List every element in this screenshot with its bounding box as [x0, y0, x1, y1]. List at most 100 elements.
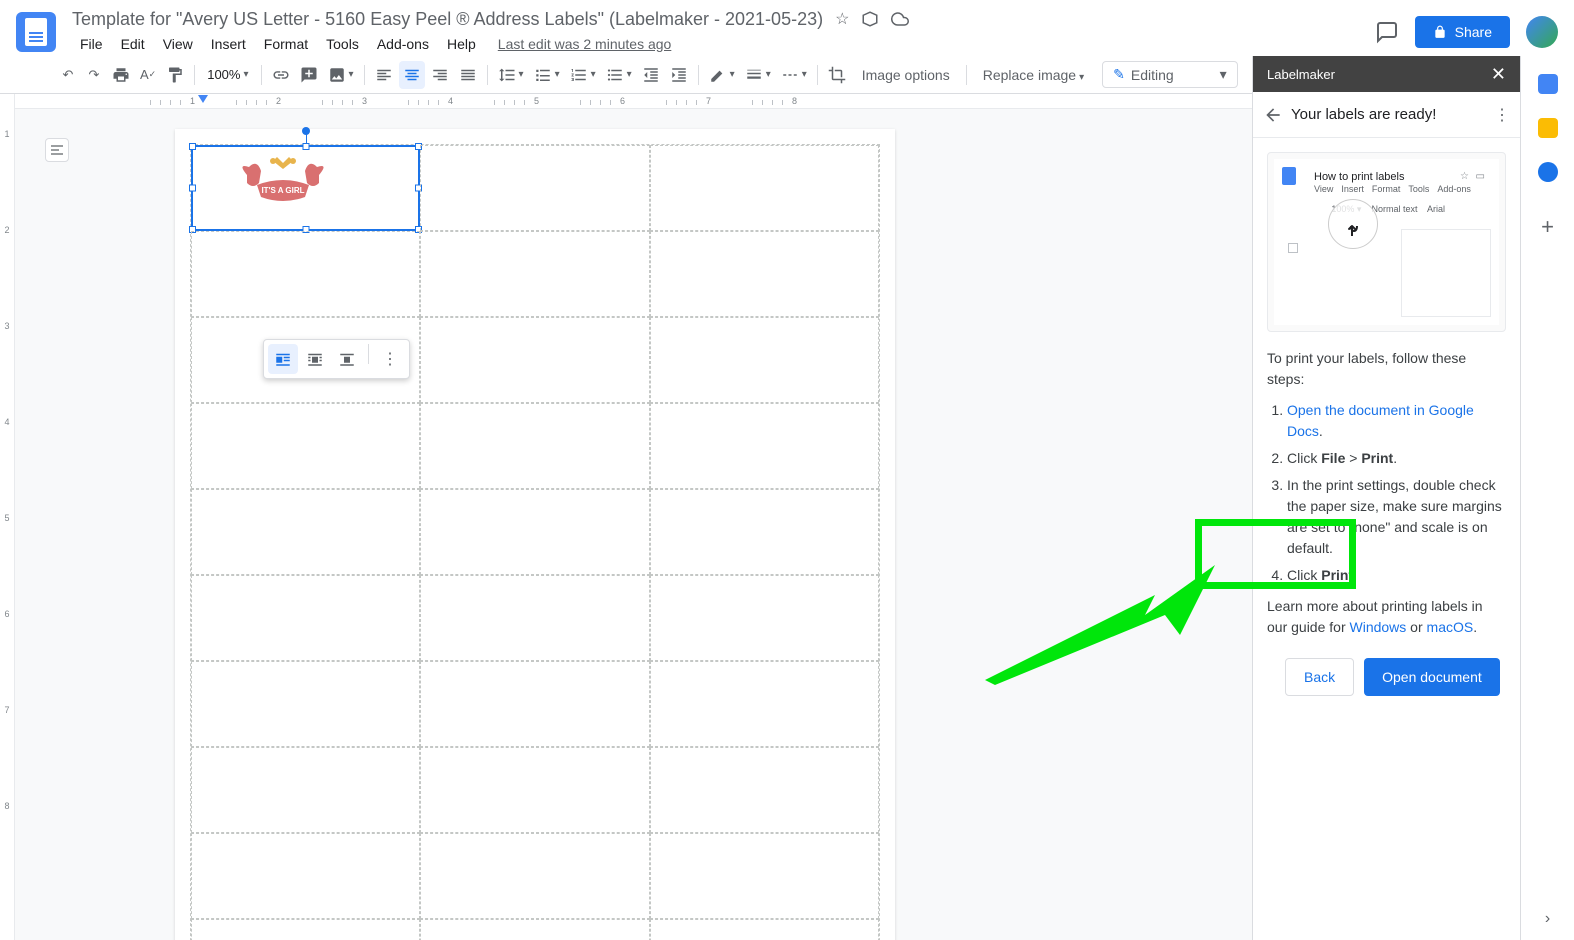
label-cell[interactable] — [420, 231, 649, 317]
label-cell[interactable] — [650, 661, 879, 747]
border-weight-button[interactable] — [741, 61, 775, 89]
last-edit-link[interactable]: Last edit was 2 minutes ago — [498, 32, 672, 56]
menu-file[interactable]: File — [72, 32, 111, 56]
label-cell[interactable] — [420, 145, 649, 231]
image-more-button[interactable]: ⋮ — [375, 344, 405, 374]
checklist-button[interactable] — [530, 61, 564, 89]
label-cell[interactable] — [191, 231, 420, 317]
label-cell[interactable] — [420, 919, 649, 940]
editing-mode-label: Editing — [1131, 67, 1174, 83]
menu-view[interactable]: View — [155, 32, 201, 56]
menu-tools[interactable]: Tools — [318, 32, 367, 56]
label-cell[interactable] — [650, 489, 879, 575]
windows-guide-link[interactable]: Windows — [1350, 619, 1407, 635]
bulleted-list-button[interactable] — [602, 61, 636, 89]
label-cell[interactable] — [191, 403, 420, 489]
redo-button[interactable]: ↷ — [82, 61, 106, 89]
label-cell[interactable] — [191, 833, 420, 919]
image-options-button[interactable]: Image options — [852, 67, 960, 83]
label-cell[interactable] — [650, 575, 879, 661]
wrap-layout-button[interactable] — [300, 344, 330, 374]
label-cell[interactable] — [420, 747, 649, 833]
label-cell[interactable] — [191, 489, 420, 575]
calendar-app-icon[interactable] — [1538, 74, 1558, 94]
label-cell[interactable] — [420, 575, 649, 661]
align-center-button[interactable] — [399, 61, 425, 89]
share-label: Share — [1455, 24, 1492, 40]
align-right-button[interactable] — [427, 61, 453, 89]
numbered-list-button[interactable] — [566, 61, 600, 89]
menu-format[interactable]: Format — [256, 32, 316, 56]
show-outline-button[interactable] — [45, 138, 69, 162]
label-cell[interactable] — [420, 403, 649, 489]
label-cell[interactable] — [650, 317, 879, 403]
replace-image-button[interactable]: Replace image — [973, 67, 1094, 83]
outdent-button[interactable] — [638, 61, 664, 89]
line-spacing-button[interactable] — [494, 61, 528, 89]
label-cell[interactable] — [191, 575, 420, 661]
print-button[interactable] — [108, 61, 134, 89]
document-page[interactable]: IT'S A GIRL — [175, 129, 895, 940]
add-app-button[interactable]: + — [1541, 214, 1554, 240]
undo-button[interactable]: ↶ — [56, 61, 80, 89]
star-icon[interactable]: ☆ — [835, 9, 849, 29]
resize-handle-w[interactable] — [189, 185, 196, 192]
insert-link-button[interactable] — [268, 61, 294, 89]
label-cell[interactable] — [191, 661, 420, 747]
cloud-status-icon[interactable] — [891, 10, 909, 28]
label-cell[interactable] — [650, 145, 879, 231]
macos-guide-link[interactable]: macOS — [1427, 619, 1474, 635]
align-justify-button[interactable] — [455, 61, 481, 89]
zoom-dropdown[interactable]: 100% — [201, 61, 254, 89]
doc-title[interactable]: Template for "Avery US Letter - 5160 Eas… — [72, 9, 823, 30]
label-cell[interactable] — [420, 489, 649, 575]
break-layout-button[interactable] — [332, 344, 362, 374]
align-left-button[interactable] — [371, 61, 397, 89]
step-3: In the print settings, double check the … — [1287, 475, 1506, 559]
selected-image[interactable]: IT'S A GIRL — [227, 155, 339, 207]
menu-help[interactable]: Help — [439, 32, 484, 56]
hide-rail-button[interactable]: › — [1545, 910, 1550, 928]
border-color-button[interactable] — [705, 61, 739, 89]
inline-layout-button[interactable] — [268, 344, 298, 374]
open-document-button[interactable]: Open document — [1364, 658, 1500, 696]
indent-button[interactable] — [666, 61, 692, 89]
keep-app-icon[interactable] — [1538, 118, 1558, 138]
label-cell[interactable] — [420, 661, 649, 747]
label-cell[interactable] — [191, 747, 420, 833]
docs-logo[interactable] — [16, 12, 56, 52]
label-cell[interactable] — [650, 403, 879, 489]
back-arrow-button[interactable] — [1263, 105, 1283, 125]
share-button[interactable]: Share — [1415, 16, 1510, 48]
open-doc-link[interactable]: Open the document in Google Docs — [1287, 402, 1474, 439]
add-comment-button[interactable] — [296, 61, 322, 89]
label-cell[interactable] — [650, 747, 879, 833]
learn-more-text: Learn more about printing labels in our … — [1267, 596, 1506, 638]
resize-handle-nw[interactable] — [189, 143, 196, 150]
label-cell[interactable] — [420, 833, 649, 919]
label-cell-selected[interactable]: IT'S A GIRL — [191, 145, 420, 231]
editing-mode-dropdown[interactable]: ✎ Editing ▾ — [1102, 61, 1238, 88]
close-sidepanel-button[interactable]: ✕ — [1491, 64, 1506, 85]
crop-button[interactable] — [824, 61, 850, 89]
move-icon[interactable] — [861, 10, 879, 28]
label-cell[interactable] — [191, 919, 420, 940]
resize-handle-n[interactable] — [302, 143, 309, 150]
menu-addons[interactable]: Add-ons — [369, 32, 437, 56]
sidepanel-menu-button[interactable]: ⋮ — [1494, 105, 1510, 125]
print-preview-thumbnail: How to print labels ☆ ▭ ViewInsertFormat… — [1267, 152, 1506, 332]
spellcheck-button[interactable]: A✓ — [136, 61, 160, 89]
label-cell[interactable] — [420, 317, 649, 403]
menu-insert[interactable]: Insert — [203, 32, 254, 56]
account-avatar[interactable] — [1526, 16, 1558, 48]
insert-image-button[interactable] — [324, 61, 358, 89]
comment-history-icon[interactable] — [1375, 20, 1399, 44]
border-dash-button[interactable] — [777, 61, 811, 89]
tasks-app-icon[interactable] — [1538, 162, 1558, 182]
label-cell[interactable] — [650, 833, 879, 919]
paint-format-button[interactable] — [162, 61, 188, 89]
label-cell[interactable] — [650, 231, 879, 317]
label-cell[interactable] — [650, 919, 879, 940]
menu-edit[interactable]: Edit — [113, 32, 153, 56]
back-button[interactable]: Back — [1285, 658, 1354, 696]
